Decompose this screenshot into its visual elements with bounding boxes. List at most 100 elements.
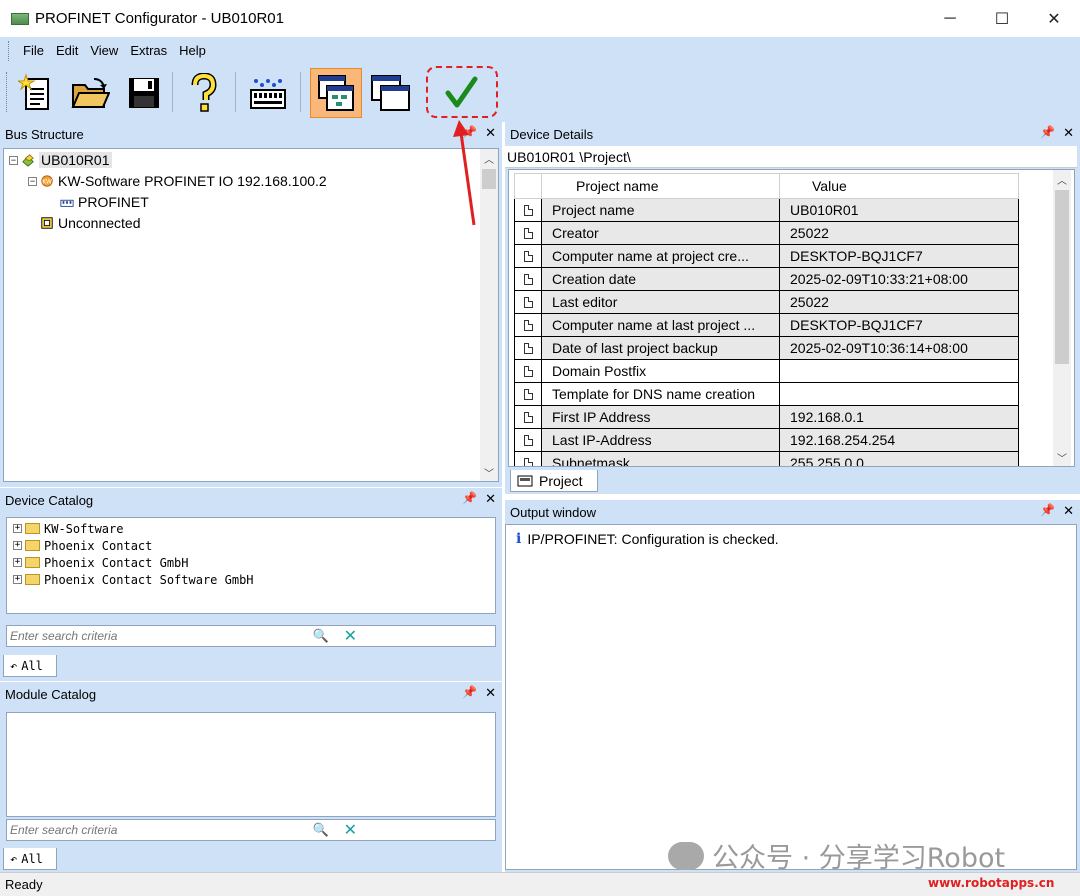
table-row[interactable]: Subnetmask 255.255.0.0: [514, 452, 1019, 466]
collapse-icon[interactable]: −: [9, 155, 18, 165]
expand-icon[interactable]: +: [13, 575, 22, 584]
scroll-up-icon[interactable]: ︿: [1053, 170, 1071, 188]
row-value[interactable]: UB010R01: [780, 199, 1019, 222]
row-document-icon: [514, 360, 542, 383]
row-value[interactable]: [780, 360, 1019, 383]
toolbar-separator: [235, 72, 236, 112]
window-view-icon: [318, 75, 354, 111]
row-document-icon: [514, 337, 542, 360]
expand-icon[interactable]: +: [13, 541, 22, 550]
tree-label: PROFINET: [78, 194, 149, 210]
table-row[interactable]: Last editor 25022: [514, 291, 1019, 314]
row-document-icon: [514, 383, 542, 406]
menu-extras[interactable]: Extras: [124, 43, 173, 58]
toolbar: [0, 64, 1080, 122]
device-search-input[interactable]: [7, 629, 307, 643]
scroll-down-icon[interactable]: ﹀: [1053, 448, 1071, 466]
clear-search-icon[interactable]: ✕: [344, 626, 357, 646]
app-icon: [11, 12, 29, 25]
expand-icon[interactable]: +: [13, 524, 22, 533]
table-row[interactable]: Creation date 2025-02-09T10:33:21+08:00: [514, 268, 1019, 291]
catalog-item[interactable]: + Phoenix Contact: [13, 537, 152, 554]
table-row[interactable]: First IP Address 192.168.0.1: [514, 406, 1019, 429]
tab-project[interactable]: Project: [510, 470, 598, 492]
tab-all[interactable]: ↶ All: [3, 655, 57, 677]
vertical-scrollbar[interactable]: ︿ ﹀: [1053, 170, 1071, 466]
tree-node-root[interactable]: − UB010R01: [9, 150, 112, 170]
save-project-button[interactable]: [120, 69, 168, 117]
menu-help[interactable]: Help: [173, 43, 212, 58]
table-row[interactable]: Domain Postfix: [514, 360, 1019, 383]
panel-title: Module Catalog: [5, 686, 97, 702]
device-catalog-panel: Device Catalog 📌 ✕ + KW-Software + Phoen…: [0, 488, 502, 681]
table-row[interactable]: Last IP-Address 192.168.254.254: [514, 429, 1019, 452]
row-value[interactable]: [780, 383, 1019, 406]
row-name: Template for DNS name creation: [542, 383, 780, 406]
tree-node-network[interactable]: PROFINET: [60, 192, 149, 212]
column-header-value[interactable]: Value: [780, 173, 1019, 199]
table-row[interactable]: Project name UB010R01: [514, 199, 1019, 222]
row-value[interactable]: 25022: [780, 291, 1019, 314]
menu-file[interactable]: File: [17, 43, 50, 58]
module-search-input[interactable]: [7, 823, 307, 837]
menu-edit[interactable]: Edit: [50, 43, 84, 58]
close-panel-icon[interactable]: ✕: [1063, 125, 1074, 141]
panel-title: Output window: [510, 504, 596, 520]
table-row[interactable]: Date of last project backup 2025-02-09T10…: [514, 337, 1019, 360]
folder-icon: [25, 523, 40, 534]
tab-all[interactable]: ↶ All: [3, 848, 57, 870]
maximize-button[interactable]: ☐: [976, 0, 1028, 37]
column-header-name[interactable]: Project name: [542, 173, 780, 199]
menu-view[interactable]: View: [84, 43, 124, 58]
minimize-button[interactable]: ─: [924, 0, 976, 37]
row-value[interactable]: 25022: [780, 222, 1019, 245]
row-value[interactable]: DESKTOP-BQJ1CF7: [780, 314, 1019, 337]
scroll-down-icon[interactable]: ﹀: [480, 463, 498, 481]
search-icon[interactable]: 🔍: [313, 822, 329, 838]
table-row[interactable]: Template for DNS name creation: [514, 383, 1019, 406]
table-row[interactable]: Computer name at last project ... DESKTOP…: [514, 314, 1019, 337]
network-scan-button[interactable]: [244, 69, 292, 117]
collapse-icon[interactable]: −: [28, 176, 37, 186]
row-value[interactable]: 192.168.254.254: [780, 429, 1019, 452]
close-panel-icon[interactable]: ✕: [1063, 503, 1074, 519]
pin-icon[interactable]: 📌: [1040, 125, 1055, 141]
row-value[interactable]: 255.255.0.0: [780, 452, 1019, 466]
close-button[interactable]: ✕: [1028, 0, 1080, 37]
row-value[interactable]: DESKTOP-BQJ1CF7: [780, 245, 1019, 268]
row-value[interactable]: 192.168.0.1: [780, 406, 1019, 429]
catalog-item-label: Phoenix Contact: [44, 538, 153, 553]
window-view-2-button[interactable]: [364, 69, 416, 117]
row-value[interactable]: 2025-02-09T10:33:21+08:00: [780, 268, 1019, 291]
close-panel-icon[interactable]: ✕: [485, 491, 496, 507]
tree-node-unconnected[interactable]: Unconnected: [40, 213, 141, 233]
toolbar-grip: [6, 72, 9, 112]
catalog-item[interactable]: + KW-Software: [13, 520, 123, 537]
table-row[interactable]: Computer name at project cre... DESKTOP-B…: [514, 245, 1019, 268]
scroll-thumb[interactable]: [1055, 190, 1069, 364]
pin-icon[interactable]: 📌: [462, 491, 477, 507]
expand-icon[interactable]: +: [13, 558, 22, 567]
pin-icon[interactable]: 📌: [1040, 503, 1055, 519]
row-name: Project name: [542, 199, 780, 222]
catalog-item[interactable]: + Phoenix Contact Software GmbH: [13, 571, 254, 588]
tree-node-controller[interactable]: − KW KW-Software PROFINET IO 192.168.100…: [28, 171, 327, 191]
help-button[interactable]: [180, 69, 228, 117]
table-row[interactable]: Creator 25022: [514, 222, 1019, 245]
new-project-button[interactable]: [12, 69, 60, 117]
open-project-button[interactable]: [66, 69, 114, 117]
pin-icon[interactable]: 📌: [462, 685, 477, 701]
row-value[interactable]: 2025-02-09T10:36:14+08:00: [780, 337, 1019, 360]
search-icon[interactable]: 🔍: [313, 628, 329, 644]
row-document-icon: [514, 199, 542, 222]
controller-icon: KW: [41, 175, 53, 187]
bus-tree: − UB010R01 − KW KW-Software PROFINET IO …: [3, 148, 499, 482]
window-view-button[interactable]: [310, 68, 362, 118]
close-panel-icon[interactable]: ✕: [485, 685, 496, 701]
clear-search-icon[interactable]: ✕: [344, 820, 357, 840]
unconnected-icon: [41, 217, 53, 229]
row-name: Date of last project backup: [542, 337, 780, 360]
catalog-item[interactable]: + Phoenix Contact GmbH: [13, 554, 189, 571]
panel-header: Bus Structure 📌 ✕: [0, 122, 502, 146]
row-name: Last editor: [542, 291, 780, 314]
